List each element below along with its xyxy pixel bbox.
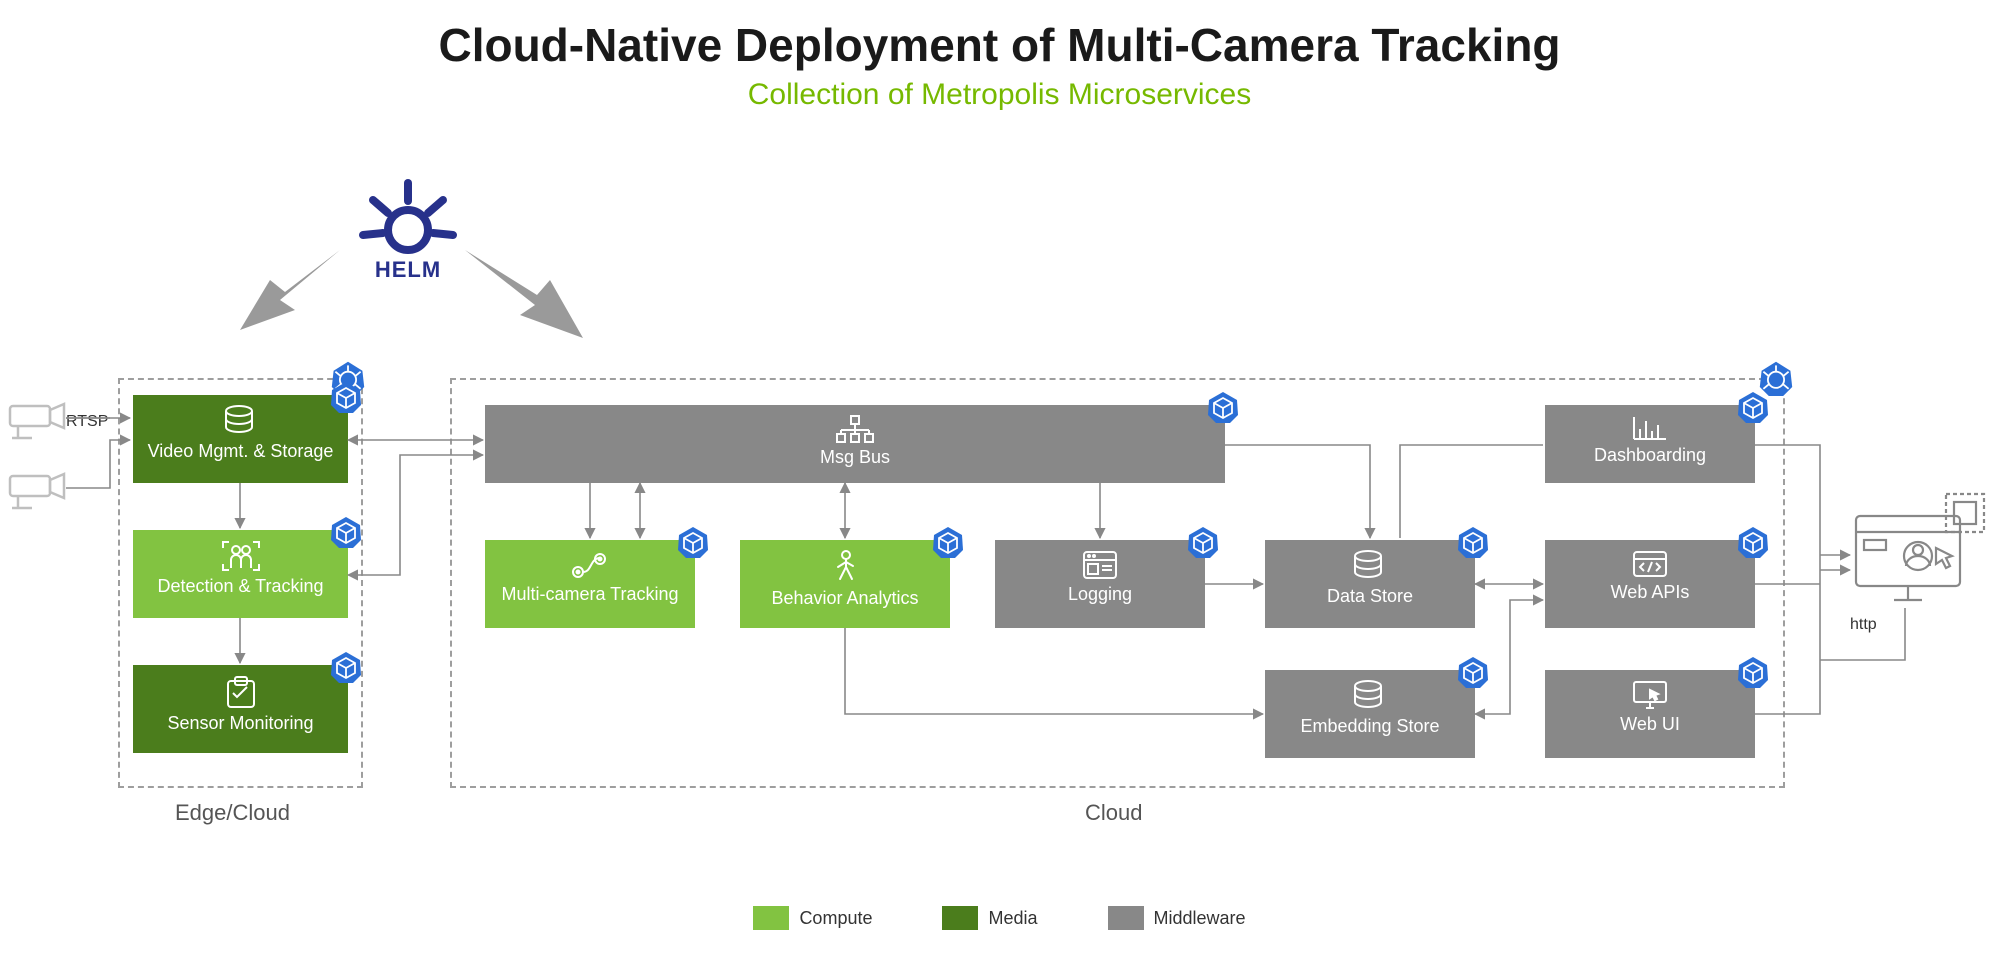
svc-label: Logging xyxy=(995,584,1205,613)
legend-compute: Compute xyxy=(753,906,872,930)
container-icon xyxy=(1737,391,1769,423)
svc-web-ui: Web UI xyxy=(1545,670,1755,758)
arrow-to-edge-icon xyxy=(240,250,360,340)
client-ui-icon xyxy=(1850,490,1990,610)
container-icon xyxy=(330,381,362,413)
helm-label: HELM xyxy=(353,257,463,283)
http-label: http xyxy=(1850,616,1877,634)
bar-chart-icon xyxy=(1632,415,1668,441)
container-icon xyxy=(1457,526,1489,558)
browser-log-icon xyxy=(1082,550,1118,580)
svc-data-store: Data Store xyxy=(1265,540,1475,628)
container-icon xyxy=(932,526,964,558)
container-icon xyxy=(330,651,362,683)
hierarchy-icon xyxy=(835,415,875,443)
arrow-to-cloud-icon xyxy=(455,250,585,345)
rtsp-label: RTSP xyxy=(66,413,108,431)
svc-dashboarding: Dashboarding xyxy=(1545,405,1755,483)
svc-label: Behavior Analytics xyxy=(740,588,950,617)
container-icon xyxy=(1457,656,1489,688)
svc-label: Embedding Store xyxy=(1265,716,1475,745)
container-icon xyxy=(1737,656,1769,688)
svc-sensor-monitoring: Sensor Monitoring xyxy=(133,665,348,753)
database-icon xyxy=(1353,550,1387,582)
page-title: Cloud-Native Deployment of Multi-Camera … xyxy=(0,18,1999,72)
svc-embedding-store: Embedding Store xyxy=(1265,670,1475,758)
legend-media: Media xyxy=(942,906,1037,930)
svc-video-mgmt-storage: Video Mgmt. & Storage xyxy=(133,395,348,483)
svc-label: Web UI xyxy=(1545,714,1755,743)
svc-label: Dashboarding xyxy=(1545,445,1755,474)
svc-label: Detection & Tracking xyxy=(133,576,348,605)
legend: Compute Media Middleware xyxy=(0,906,1999,930)
legend-middleware: Middleware xyxy=(1108,906,1246,930)
camera-icon xyxy=(8,470,68,510)
database-icon xyxy=(1353,680,1387,712)
database-icon xyxy=(224,405,258,437)
container-icon xyxy=(1207,391,1239,423)
svc-detection-tracking: Detection & Tracking xyxy=(133,530,348,618)
camera-icon xyxy=(8,400,68,440)
edge-cluster-label: Edge/Cloud xyxy=(175,800,290,826)
code-window-icon xyxy=(1632,550,1668,578)
svc-label: Video Mgmt. & Storage xyxy=(133,441,348,470)
helm-icon xyxy=(353,175,463,255)
person-walk-icon xyxy=(830,550,860,584)
people-detect-icon xyxy=(221,540,261,572)
page-subtitle: Collection of Metropolis Microservices xyxy=(0,78,1999,112)
svc-label: Msg Bus xyxy=(485,447,1225,476)
svc-label: Data Store xyxy=(1265,586,1475,615)
container-icon xyxy=(1187,526,1219,558)
svc-msg-bus: Msg Bus xyxy=(485,405,1225,483)
svc-multi-camera-tracking: Multi-camera Tracking xyxy=(485,540,695,628)
cloud-cluster-label: Cloud xyxy=(1085,800,1142,826)
svc-label: Web APIs xyxy=(1545,582,1755,611)
clipboard-icon xyxy=(224,675,258,709)
container-icon xyxy=(1737,526,1769,558)
svc-logging: Logging xyxy=(995,540,1205,628)
container-icon xyxy=(677,526,709,558)
svc-label: Sensor Monitoring xyxy=(133,713,348,742)
monitor-cursor-icon xyxy=(1632,680,1668,710)
diagram-canvas: Cloud-Native Deployment of Multi-Camera … xyxy=(0,0,1999,954)
container-icon xyxy=(330,516,362,548)
helm-logo: HELM xyxy=(353,175,463,283)
svc-label: Multi-camera Tracking xyxy=(485,584,695,613)
svc-behavior-analytics: Behavior Analytics xyxy=(740,540,950,628)
svc-web-apis: Web APIs xyxy=(1545,540,1755,628)
route-pin-icon xyxy=(570,550,610,580)
